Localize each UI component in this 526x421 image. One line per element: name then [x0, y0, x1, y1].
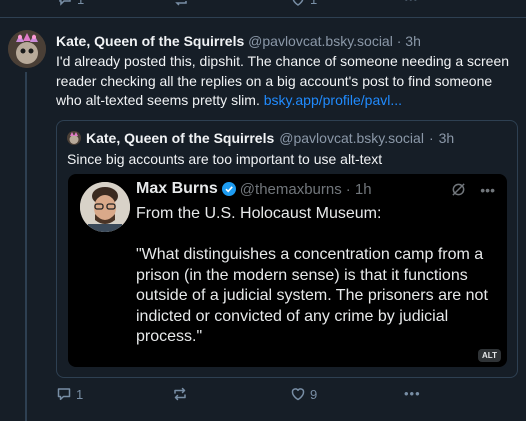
- more-button[interactable]: •••: [404, 386, 421, 401]
- reply-button[interactable]: 1: [56, 386, 83, 402]
- quote-avatar: [67, 131, 81, 145]
- image-author-avatar: [80, 182, 130, 232]
- quote-author-handle: @pavlovcat.bsky.social: [279, 130, 424, 146]
- more-icon: •••: [480, 182, 495, 198]
- squirrel-avatar-icon: [8, 30, 46, 68]
- person-avatar-icon: [80, 182, 130, 232]
- like-button-prev[interactable]: 1: [290, 0, 317, 7]
- reply-icon: [57, 388, 71, 401]
- image-post-text: From the U.S. Holocaust Museum: "What di…: [136, 204, 496, 367]
- more-icon: •••: [404, 386, 421, 401]
- like-count: 9: [310, 386, 318, 402]
- repost-icon: [174, 387, 186, 401]
- quote-post[interactable]: Kate, Queen of the Squirrels @pavlovcat.…: [56, 120, 518, 378]
- more-button-prev[interactable]: •••: [404, 0, 418, 6]
- repost-button-prev[interactable]: [173, 0, 189, 7]
- post-time[interactable]: 3h: [405, 33, 421, 49]
- image-author-name: Max Burns: [136, 180, 218, 197]
- post-divider: [0, 17, 526, 18]
- post-actions: 1 9 •••: [56, 386, 516, 406]
- time-separator: ·: [396, 33, 402, 49]
- author-name[interactable]: Kate, Queen of the Squirrels: [56, 33, 244, 49]
- reply-button-prev[interactable]: 1: [57, 0, 84, 7]
- like-count: 1: [310, 0, 317, 7]
- post-link[interactable]: bsky.app/profile/pavl...: [264, 92, 402, 108]
- quote-time: 3h: [438, 130, 455, 146]
- image-post-time: · 1h: [345, 180, 372, 198]
- squirrel-avatar-icon: [67, 131, 81, 145]
- author-handle[interactable]: @pavlovcat.bsky.social: [248, 33, 393, 49]
- post-header: Kate, Queen of the Squirrels @pavlovcat.…: [56, 32, 518, 50]
- post: Kate, Queen of the Squirrels @pavlovcat.…: [56, 32, 518, 111]
- reply-count: 1: [76, 386, 84, 402]
- post-text: I'd already posted this, dipshit. The ch…: [56, 52, 518, 111]
- quote-header: Kate, Queen of the Squirrels @pavlovcat.…: [67, 129, 454, 147]
- repost-icon: [175, 1, 187, 6]
- more-icon: •••: [404, 0, 418, 6]
- verified-badge-icon: [221, 182, 236, 196]
- image-author-handle: @themaxburns: [239, 180, 342, 198]
- reply-count: 1: [77, 0, 84, 7]
- reply-icon: [59, 0, 71, 6]
- image-line-1: From the U.S. Holocaust Museum:: [136, 205, 382, 222]
- image-author-row: Max Burns @themaxburns · 1h: [136, 180, 372, 198]
- quote-time-separator: ·: [428, 130, 434, 146]
- repost-button[interactable]: [172, 386, 192, 402]
- avatar[interactable]: [8, 30, 46, 68]
- heart-icon: [292, 0, 304, 6]
- quote-text: Since big accounts are too important to …: [67, 151, 383, 167]
- quote-image[interactable]: Max Burns @themaxburns · 1h ••• From the…: [68, 174, 507, 367]
- like-button[interactable]: 9: [290, 386, 317, 402]
- quote-author-name: Kate, Queen of the Squirrels: [86, 130, 275, 146]
- previous-post-actions: 1 1 •••: [0, 0, 526, 12]
- image-header-icons: •••: [451, 182, 495, 198]
- heart-icon: [291, 388, 305, 401]
- grok-icon: [452, 183, 465, 196]
- image-line-2: "What distinguishes a concentration camp…: [136, 246, 488, 345]
- thread-line: [25, 72, 27, 421]
- alt-badge[interactable]: ALT: [478, 349, 501, 362]
